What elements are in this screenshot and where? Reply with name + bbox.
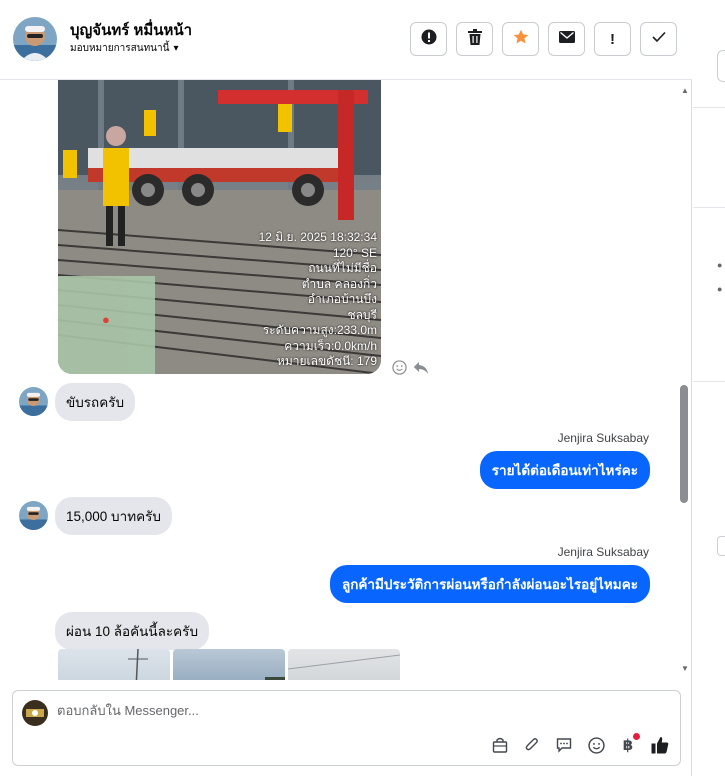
message-list[interactable]: ● 12 มิ.ย. 2025 18:32:34 120° SE ถนนที่ไ…: [0, 80, 692, 680]
image-thumbnail[interactable]: [288, 649, 400, 680]
delete-button[interactable]: [456, 22, 493, 56]
incoming-message[interactable]: ขับรถครับ: [55, 383, 136, 421]
message-scrollbar[interactable]: ▲ ▼: [678, 86, 692, 676]
star-button[interactable]: [502, 22, 539, 56]
conversation-panel: บุญจันทร์ หมื่นหน้า มอบหมายการสนทนานี้ ▾: [0, 0, 692, 776]
reply-icon[interactable]: [413, 361, 429, 380]
alert-circle-icon: [421, 29, 437, 50]
assign-label: มอบหมายการสนทนานี้: [70, 43, 170, 54]
conversation-header: บุญจันทร์ หมื่นหน้า มอบหมายการสนทนานี้ ▾: [0, 0, 692, 80]
scroll-up-icon[interactable]: ▲: [681, 86, 689, 95]
sender-name: Jenjira Suksabay: [557, 431, 649, 445]
exclamation-icon: !: [610, 30, 615, 48]
important-button[interactable]: !: [594, 22, 631, 56]
mark-unread-button[interactable]: [548, 22, 585, 56]
message-hover-actions: [392, 360, 429, 380]
thumbs-up-icon[interactable]: [650, 735, 670, 755]
image-thumbnail[interactable]: [58, 649, 170, 680]
report-button[interactable]: [410, 22, 447, 56]
star-icon: [513, 29, 529, 50]
scroll-down-icon[interactable]: ▼: [681, 664, 689, 673]
composer-tools: ฿: [490, 733, 670, 755]
photo-timestamp-overlay: 12 มิ.ย. 2025 18:32:34 120° SE ถนนที่ไม่…: [258, 230, 377, 368]
details-section: ● ●: [693, 108, 725, 294]
reply-composer: ฿: [12, 690, 681, 766]
reply-input[interactable]: [57, 703, 657, 718]
notification-dot: [633, 733, 640, 740]
header-actions: !: [410, 22, 677, 56]
details-section: [693, 208, 725, 556]
outgoing-message[interactable]: ลูกค้ามีประวัติการผ่อนหรือกำลังผ่อนอะไรอ…: [329, 565, 650, 603]
image-thumbnail[interactable]: [173, 649, 285, 680]
map-inset: ●: [58, 276, 155, 374]
caret-down-icon: ▾: [173, 43, 179, 54]
incoming-message[interactable]: 15,000 บาทครับ: [55, 497, 172, 535]
baht-icon[interactable]: ฿: [618, 733, 640, 755]
contact-avatar[interactable]: [13, 17, 57, 61]
react-emoji-icon[interactable]: [392, 360, 407, 380]
contact-avatar-small: [19, 387, 48, 416]
incoming-message[interactable]: ผ่อน 10 ล้อคันนี้ละครับ: [55, 612, 210, 650]
sender-name: Jenjira Suksabay: [557, 545, 649, 559]
assign-dropdown[interactable]: มอบหมายการสนทนานี้ ▾: [70, 41, 179, 56]
done-button[interactable]: [640, 22, 677, 56]
contact-name[interactable]: บุญจันทร์ หมื่นหน้า: [70, 18, 192, 42]
details-field[interactable]: [717, 50, 725, 82]
paperclip-icon[interactable]: [522, 735, 542, 755]
check-icon: [651, 30, 666, 48]
image-thumbnails: [58, 649, 400, 680]
envelope-icon: [558, 30, 575, 48]
map-pin-icon: ●: [102, 312, 110, 327]
trash-icon: [467, 28, 482, 50]
chat-bubble-icon[interactable]: [554, 735, 574, 755]
details-section: [693, 0, 725, 108]
emoji-icon[interactable]: [586, 735, 606, 755]
bag-icon[interactable]: [490, 735, 510, 755]
contact-avatar-small: [19, 501, 48, 530]
right-details-panel: ● ●: [693, 0, 725, 776]
photo-attachment[interactable]: ● 12 มิ.ย. 2025 18:32:34 120° SE ถนนที่ไ…: [58, 80, 381, 374]
scrollbar-thumb[interactable]: [680, 385, 688, 503]
outgoing-message[interactable]: รายได้ต่อเดือนเท่าไหร่คะ: [479, 451, 650, 489]
page-avatar: [22, 700, 48, 726]
details-select[interactable]: [717, 536, 725, 556]
